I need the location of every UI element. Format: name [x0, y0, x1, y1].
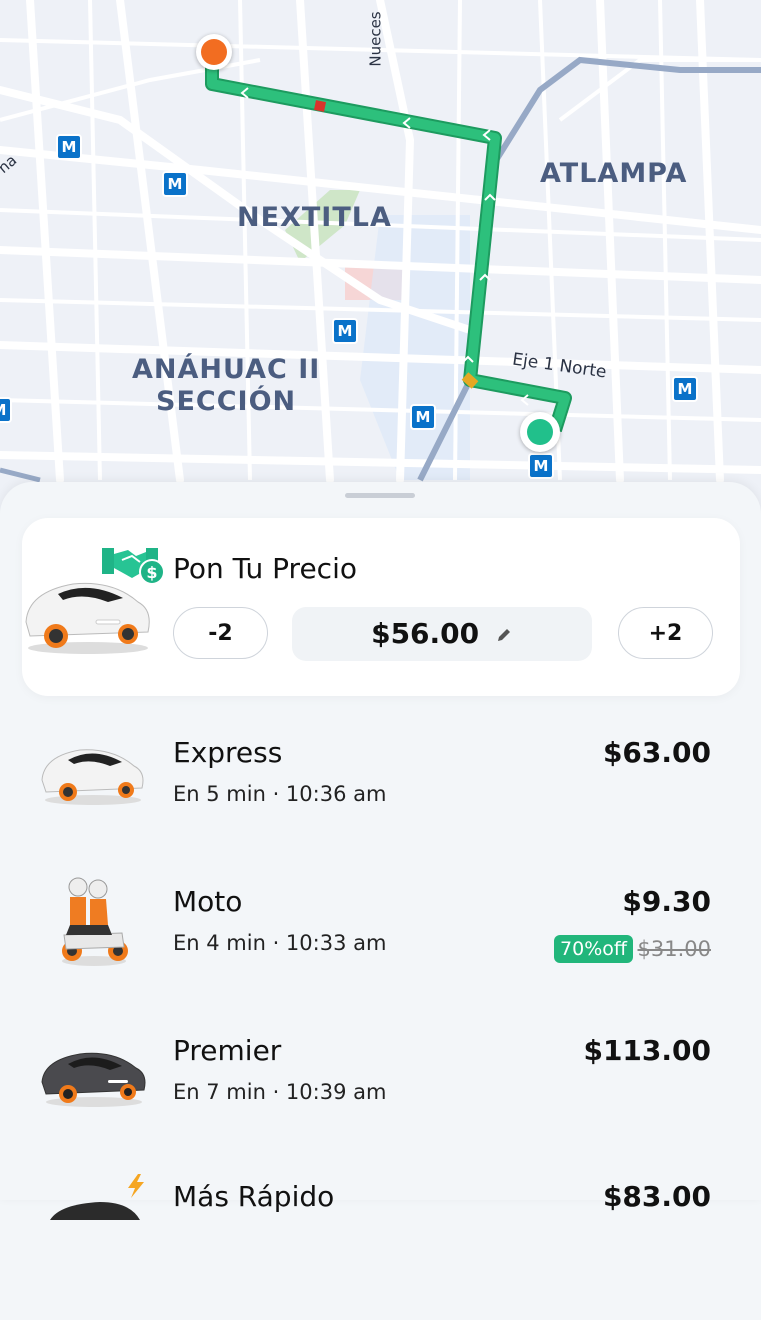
ride-option-moto[interactable]: Moto En 4 min · 10:33 am $9.30 70%off $3…	[0, 877, 761, 1025]
price-input[interactable]: $56.00	[292, 607, 592, 661]
area-label-anahuac: ANÁHUAC II	[132, 354, 321, 385]
destination-pin[interactable]	[196, 34, 232, 70]
ride-price: $113.00	[583, 1034, 711, 1067]
metro-station-icon[interactable]: M	[0, 397, 12, 423]
car-icon	[41, 749, 144, 805]
metro-station-icon[interactable]: M	[162, 171, 188, 197]
sheet-drag-handle[interactable]	[345, 493, 415, 498]
street-label-nueces: Nueces	[366, 11, 385, 67]
metro-station-icon[interactable]: M	[672, 376, 698, 402]
discount-badge: 70%off	[554, 935, 633, 963]
ride-eta: En 4 min · 10:33 am	[173, 931, 387, 955]
increase-price-button[interactable]: +2	[618, 607, 713, 659]
ride-eta: En 5 min · 10:36 am	[173, 782, 387, 806]
handshake-money-icon: $	[102, 548, 165, 585]
metro-station-icon[interactable]: M	[528, 453, 554, 479]
ride-eta: En 7 min · 10:39 am	[173, 1080, 387, 1104]
price-offer-card[interactable]: $ Pon Tu Precio -2 $56.00 +2	[22, 518, 740, 696]
ride-name: Premier	[173, 1034, 282, 1067]
map-canvas	[0, 0, 761, 484]
metro-station-icon[interactable]: M	[410, 404, 436, 430]
map[interactable]: Nueces Eje 1 Norte na NEXTITLA ATLAMPA A…	[0, 0, 761, 520]
car-icon	[41, 1052, 146, 1107]
ride-price: $83.00	[602, 1180, 711, 1213]
ride-option-express[interactable]: Express En 5 min · 10:36 am $63.00	[0, 736, 761, 876]
area-label-atlampa: ATLAMPA	[540, 158, 688, 189]
ride-name: Express	[173, 736, 283, 769]
area-label-seccion: SECCIÓN	[156, 386, 297, 417]
svg-text:$: $	[146, 563, 157, 582]
pencil-icon	[497, 629, 510, 641]
price-offer-title: Pon Tu Precio	[173, 552, 357, 585]
ride-options-sheet: $ Pon Tu Precio -2 $56.00 +2 Express En …	[0, 482, 761, 1220]
moto-icon	[62, 877, 128, 966]
ride-price: $9.30	[622, 885, 711, 918]
ride-option-mas-rapido[interactable]: Más Rápido $83.00	[0, 1174, 761, 1320]
original-price: $31.00	[637, 937, 711, 961]
car-icon	[50, 1202, 140, 1220]
price-value: $56.00	[371, 617, 480, 650]
ride-name: Más Rápido	[173, 1180, 335, 1213]
area-label-nextitla: NEXTITLA	[237, 202, 392, 233]
metro-station-icon[interactable]: M	[332, 318, 358, 344]
decrease-price-button[interactable]: -2	[173, 607, 268, 659]
ride-price: $63.00	[602, 736, 711, 769]
origin-pin[interactable]	[520, 412, 560, 452]
ride-option-premier[interactable]: Premier En 7 min · 10:39 am $113.00	[0, 1034, 761, 1174]
metro-station-icon[interactable]: M	[56, 134, 82, 160]
ride-name: Moto	[173, 885, 243, 918]
